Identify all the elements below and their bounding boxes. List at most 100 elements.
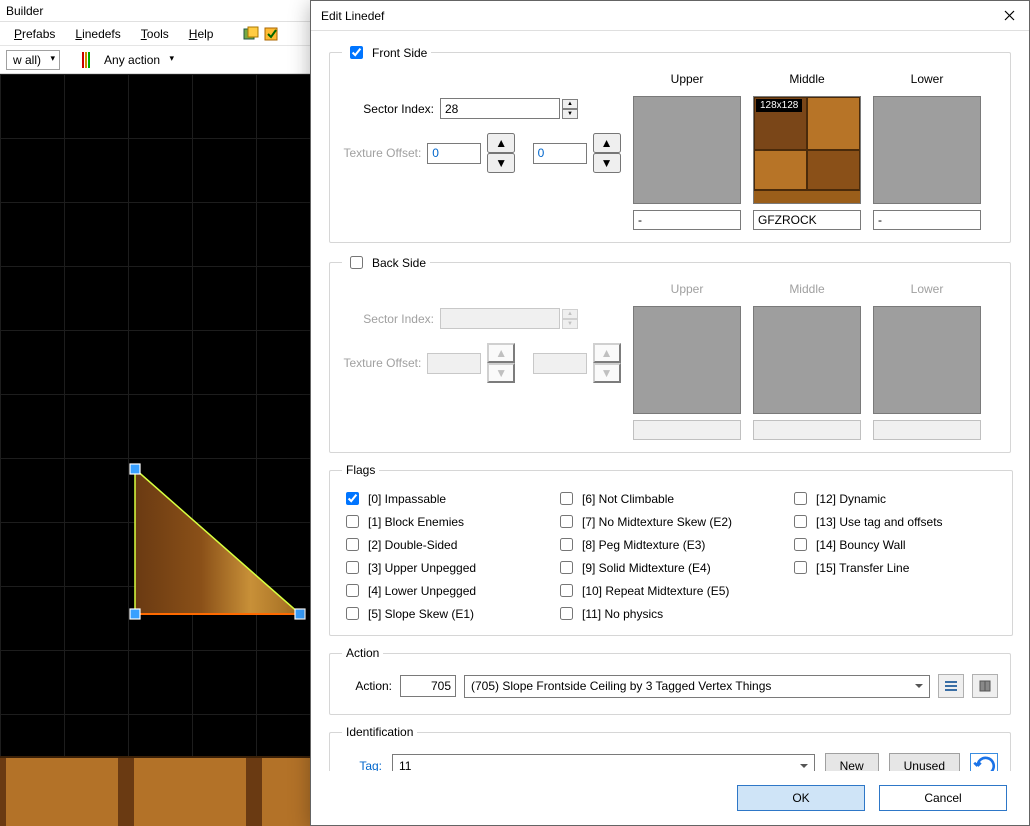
back-side-checkbox[interactable] bbox=[350, 256, 363, 269]
offy-spin-down[interactable]: ▼ bbox=[593, 153, 621, 173]
flag-checkbox-10[interactable] bbox=[560, 584, 573, 597]
flag-label-1: [1] Block Enemies bbox=[368, 515, 464, 529]
ok-button[interactable]: OK bbox=[737, 785, 865, 811]
toolbar-icon-1[interactable] bbox=[243, 26, 259, 42]
flag-label-15: [15] Transfer Line bbox=[816, 561, 909, 575]
flag-10[interactable]: [10] Repeat Midtexture (E5) bbox=[556, 581, 786, 600]
back-offx bbox=[427, 353, 481, 374]
tex-name-upper[interactable] bbox=[633, 210, 741, 230]
flag-label-10: [10] Repeat Midtexture (E5) bbox=[582, 584, 729, 598]
flag-1[interactable]: [1] Block Enemies bbox=[342, 512, 552, 531]
filter-combo[interactable]: w all) bbox=[6, 50, 60, 70]
flag-checkbox-2[interactable] bbox=[346, 538, 359, 551]
back-tex-header-upper: Upper bbox=[671, 282, 704, 300]
tag-select[interactable]: 11 bbox=[392, 754, 815, 771]
flag-checkbox-12[interactable] bbox=[794, 492, 807, 505]
flag-label-7: [7] No Midtexture Skew (E2) bbox=[582, 515, 732, 529]
front-side-checkbox[interactable] bbox=[350, 46, 363, 59]
flag-2[interactable]: [2] Double-Sided bbox=[342, 535, 552, 554]
back-tex-header-middle: Middle bbox=[789, 282, 824, 300]
flag-7[interactable]: [7] No Midtexture Skew (E2) bbox=[556, 512, 786, 531]
flag-9[interactable]: [9] Solid Midtexture (E4) bbox=[556, 558, 786, 577]
flag-13[interactable]: [13] Use tag and offsets bbox=[790, 512, 1000, 531]
flag-0[interactable]: [0] Impassable bbox=[342, 489, 552, 508]
sector-index-input[interactable] bbox=[440, 98, 560, 119]
toolbar-icon-2[interactable] bbox=[263, 26, 279, 42]
menu-tools[interactable]: Tools bbox=[131, 27, 179, 41]
back-side-group: Back Side Sector Index: ▲▼ Texture Offse… bbox=[329, 253, 1011, 453]
tex-name-lower[interactable] bbox=[873, 210, 981, 230]
cancel-button[interactable]: Cancel bbox=[879, 785, 1007, 811]
action-filter[interactable]: Any action bbox=[98, 51, 178, 69]
new-tag-button[interactable]: New bbox=[825, 753, 879, 771]
flag-checkbox-11[interactable] bbox=[560, 607, 573, 620]
flag-15[interactable]: [15] Transfer Line bbox=[790, 558, 1000, 577]
flag-4[interactable]: [4] Lower Unpegged bbox=[342, 581, 552, 600]
flag-checkbox-15[interactable] bbox=[794, 561, 807, 574]
tag-label[interactable]: Tag: bbox=[342, 759, 382, 771]
flag-checkbox-1[interactable] bbox=[346, 515, 359, 528]
menu-help[interactable]: Help bbox=[179, 27, 224, 41]
flag-6[interactable]: [6] Not Climbable bbox=[556, 489, 786, 508]
unused-tag-button[interactable]: Unused bbox=[889, 753, 960, 771]
offy-spin-up[interactable]: ▲ bbox=[593, 133, 621, 153]
action-filter-icon bbox=[82, 52, 90, 68]
flag-8[interactable]: [8] Peg Midtexture (E3) bbox=[556, 535, 786, 554]
back-tex-preview-lower bbox=[873, 306, 981, 414]
offx-spin-up[interactable]: ▲ bbox=[487, 133, 515, 153]
flag-label-13: [13] Use tag and offsets bbox=[816, 515, 943, 529]
flag-checkbox-6[interactable] bbox=[560, 492, 573, 505]
reset-tag-button[interactable] bbox=[970, 753, 998, 771]
sector-spin-down[interactable]: ▼ bbox=[562, 109, 578, 119]
flag-checkbox-4[interactable] bbox=[346, 584, 359, 597]
action-group: Action Action: (705) Slope Frontside Cei… bbox=[329, 646, 1011, 715]
texture-offset-label: Texture Offset: bbox=[342, 146, 421, 160]
action-legend: Action bbox=[342, 646, 383, 660]
tex-preview-upper[interactable] bbox=[633, 96, 741, 204]
flag-checkbox-3[interactable] bbox=[346, 561, 359, 574]
flag-label-6: [6] Not Climbable bbox=[582, 492, 674, 506]
tex-size-badge: 128x128 bbox=[756, 99, 802, 112]
action-select[interactable]: (705) Slope Frontside Ceiling by 3 Tagge… bbox=[464, 675, 930, 698]
back-offy-up: ▲ bbox=[593, 343, 621, 363]
action-list-button[interactable] bbox=[938, 674, 964, 698]
flag-12[interactable]: [12] Dynamic bbox=[790, 489, 1000, 508]
menu-prefabs[interactable]: Prefabs bbox=[4, 27, 65, 41]
flag-checkbox-0[interactable] bbox=[346, 492, 359, 505]
tex-preview-middle[interactable]: 128x128 bbox=[753, 96, 861, 204]
back-offx-down: ▼ bbox=[487, 363, 515, 383]
flag-checkbox-5[interactable] bbox=[346, 607, 359, 620]
action-select-text: (705) Slope Frontside Ceiling by 3 Tagge… bbox=[471, 679, 771, 693]
back-side-checkbox-label[interactable]: Back Side bbox=[346, 253, 426, 272]
book-icon bbox=[978, 679, 992, 693]
flag-3[interactable]: [3] Upper Unpegged bbox=[342, 558, 552, 577]
flag-checkbox-14[interactable] bbox=[794, 538, 807, 551]
sector-spin-up[interactable]: ▲ bbox=[562, 99, 578, 109]
flag-14[interactable]: [14] Bouncy Wall bbox=[790, 535, 1000, 554]
selected-sector[interactable] bbox=[130, 464, 305, 619]
front-side-checkbox-label[interactable]: Front Side bbox=[346, 43, 427, 62]
flag-checkbox-7[interactable] bbox=[560, 515, 573, 528]
tex-preview-lower[interactable] bbox=[873, 96, 981, 204]
tag-value: 11 bbox=[399, 759, 411, 771]
flag-checkbox-13[interactable] bbox=[794, 515, 807, 528]
flag-5[interactable]: [5] Slope Skew (E1) bbox=[342, 604, 552, 623]
tex-name-middle[interactable] bbox=[753, 210, 861, 230]
tex-header-middle: Middle bbox=[789, 72, 824, 90]
action-browse-button[interactable] bbox=[972, 674, 998, 698]
offset-y-input[interactable] bbox=[533, 143, 587, 164]
offset-x-input[interactable] bbox=[427, 143, 481, 164]
flag-checkbox-9[interactable] bbox=[560, 561, 573, 574]
dialog-titlebar: Edit Linedef bbox=[311, 1, 1029, 31]
action-number-input[interactable] bbox=[400, 675, 456, 697]
flag-checkbox-8[interactable] bbox=[560, 538, 573, 551]
menu-linedefs[interactable]: Linedefs bbox=[65, 27, 130, 41]
dialog-button-row: OK Cancel bbox=[311, 771, 1029, 825]
close-button[interactable] bbox=[989, 2, 1029, 30]
flag-label-5: [5] Slope Skew (E1) bbox=[368, 607, 474, 621]
back-sector-label: Sector Index: bbox=[342, 312, 434, 326]
flag-11[interactable]: [11] No physics bbox=[556, 604, 786, 623]
identification-group: Identification Tag: 11 New Unused bbox=[329, 725, 1011, 771]
flag-label-4: [4] Lower Unpegged bbox=[368, 584, 476, 598]
offx-spin-down[interactable]: ▼ bbox=[487, 153, 515, 173]
